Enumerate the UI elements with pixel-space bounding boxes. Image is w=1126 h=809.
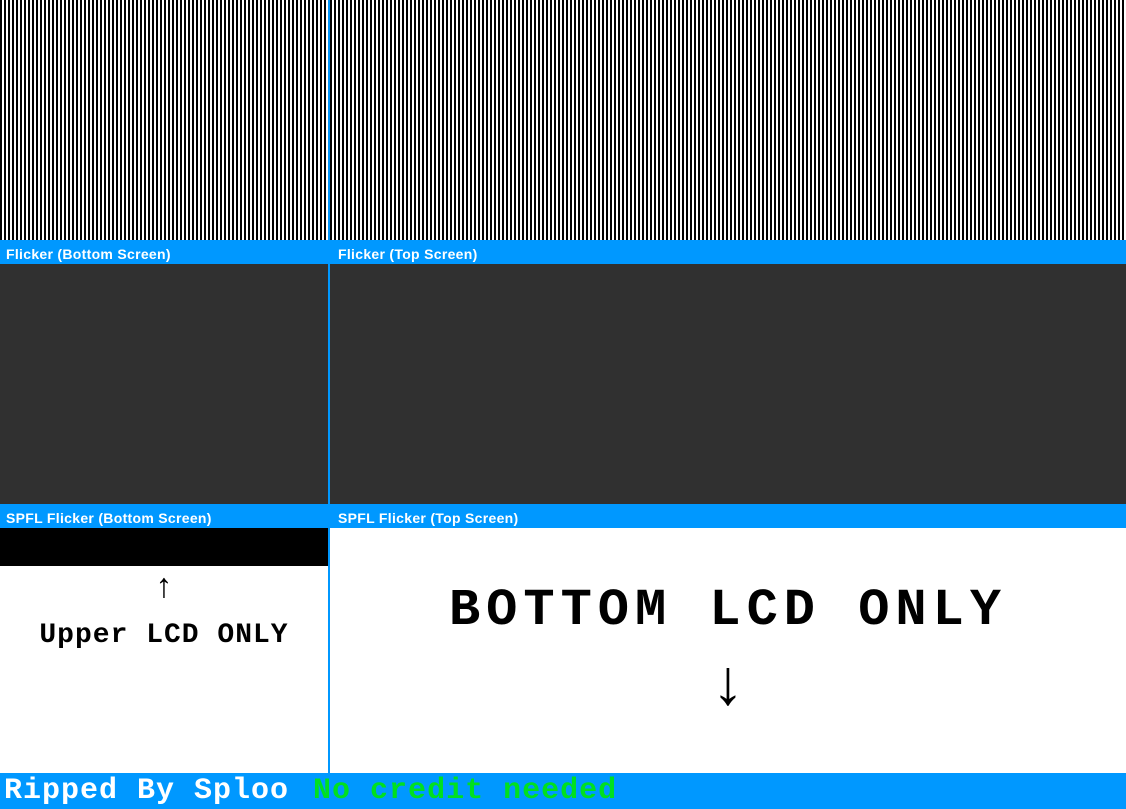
ripped-by-text: Ripped By Sploo (4, 774, 289, 808)
lcd-row: ↑ Upper LCD ONLY BOTTOM LCD ONLY ↓ (0, 528, 1126, 773)
upper-lcd-panel: ↑ Upper LCD ONLY (0, 528, 330, 773)
down-arrow-icon: ↓ (709, 656, 747, 720)
spfl-top-label: SPFL Flicker (Top Screen) (338, 510, 518, 526)
flicker-row (0, 0, 1126, 240)
spfl-label-bar: SPFL Flicker (Bottom Screen) SPFL Flicke… (0, 504, 1126, 528)
flicker-bottom-screen (0, 0, 330, 240)
flicker-top-label: Flicker (Top Screen) (338, 246, 478, 262)
bottom-lcd-panel: BOTTOM LCD ONLY ↓ (330, 528, 1126, 773)
spfl-top-screen (330, 264, 1126, 504)
spfl-bottom-screen (0, 264, 330, 504)
flicker-bottom-label: Flicker (Bottom Screen) (6, 246, 171, 262)
flicker-top-screen (330, 0, 1126, 240)
no-credit-text: No credit needed (313, 774, 617, 808)
upper-lcd-text: Upper LCD ONLY (39, 620, 288, 651)
bottom-lcd-text: BOTTOM LCD ONLY (449, 581, 1007, 640)
spfl-bottom-label: SPFL Flicker (Bottom Screen) (6, 510, 212, 526)
flicker-label-bar: Flicker (Bottom Screen) Flicker (Top Scr… (0, 240, 1126, 264)
upper-lcd-blackbar (0, 528, 328, 566)
spfl-row (0, 264, 1126, 504)
up-arrow-icon: ↑ (154, 572, 174, 606)
credit-footer: Ripped By Sploo No credit needed (0, 773, 1126, 809)
